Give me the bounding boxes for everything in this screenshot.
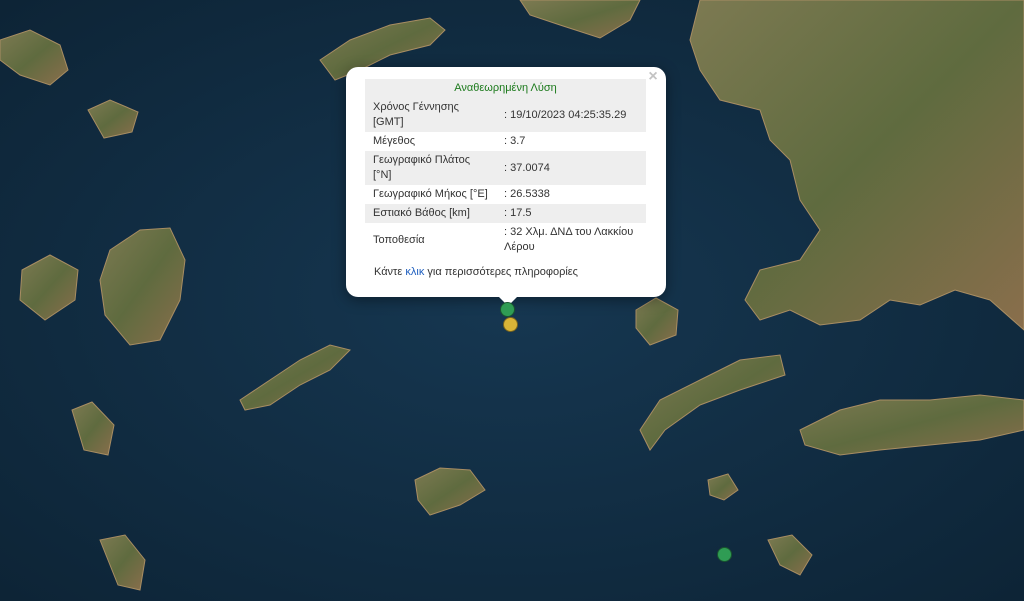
info-row: Εστιακό Βάθος [km] : 17.5 <box>365 204 646 223</box>
info-row: Γεωγραφικό Πλάτος [°N] : 37.0074 <box>365 151 646 185</box>
popup-title: Αναθεωρημένη Λύση <box>365 79 646 98</box>
earthquake-info-popup: × Αναθεωρημένη Λύση Χρόνος Γέννησης [GMT… <box>346 67 666 297</box>
info-label: Μέγεθος <box>373 135 416 147</box>
more-info-suffix: για περισσότερες πληροφορίες <box>424 266 578 278</box>
info-label: Γεωγραφικό Μήκος [°E] <box>373 188 488 200</box>
info-label: Γεωγραφικό Πλάτος [°N] <box>365 151 496 185</box>
info-value: : 37.0074 <box>496 151 646 185</box>
more-info-prefix: Κάντε <box>374 266 406 278</box>
earthquake-info-table: Αναθεωρημένη Λύση Χρόνος Γέννησης [GMT] … <box>365 79 646 257</box>
info-value: : 19/10/2023 04:25:35.29 <box>496 98 646 132</box>
info-row: Χρόνος Γέννησης [GMT] : 19/10/2023 04:25… <box>365 98 646 132</box>
info-row: Τοποθεσία : 32 Χλμ. ΔΝΔ του Λακκίου Λέρο… <box>365 223 646 257</box>
earthquake-marker-green[interactable] <box>717 547 732 562</box>
more-info-link[interactable]: κλικ <box>405 266 424 278</box>
earthquake-marker-green[interactable] <box>500 302 515 317</box>
more-info-text: Κάντε κλικ για περισσότερες πληροφορίες <box>374 266 578 278</box>
earthquake-marker-yellow[interactable] <box>503 317 518 332</box>
info-row: Μέγεθος : 3.7 <box>365 132 646 151</box>
info-label: Εστιακό Βάθος [km] <box>365 204 496 223</box>
info-value: : 32 Χλμ. ΔΝΔ του Λακκίου Λέρου <box>504 226 634 253</box>
info-row: Γεωγραφικό Μήκος [°E] : 26.5338 <box>365 185 646 204</box>
close-icon[interactable]: × <box>646 69 660 85</box>
info-value: : 26.5338 <box>504 188 550 200</box>
info-value: : 3.7 <box>504 135 526 147</box>
info-label: Χρόνος Γέννησης [GMT] <box>365 98 496 132</box>
info-label: Τοποθεσία <box>373 233 425 246</box>
info-value: : 17.5 <box>496 204 646 223</box>
